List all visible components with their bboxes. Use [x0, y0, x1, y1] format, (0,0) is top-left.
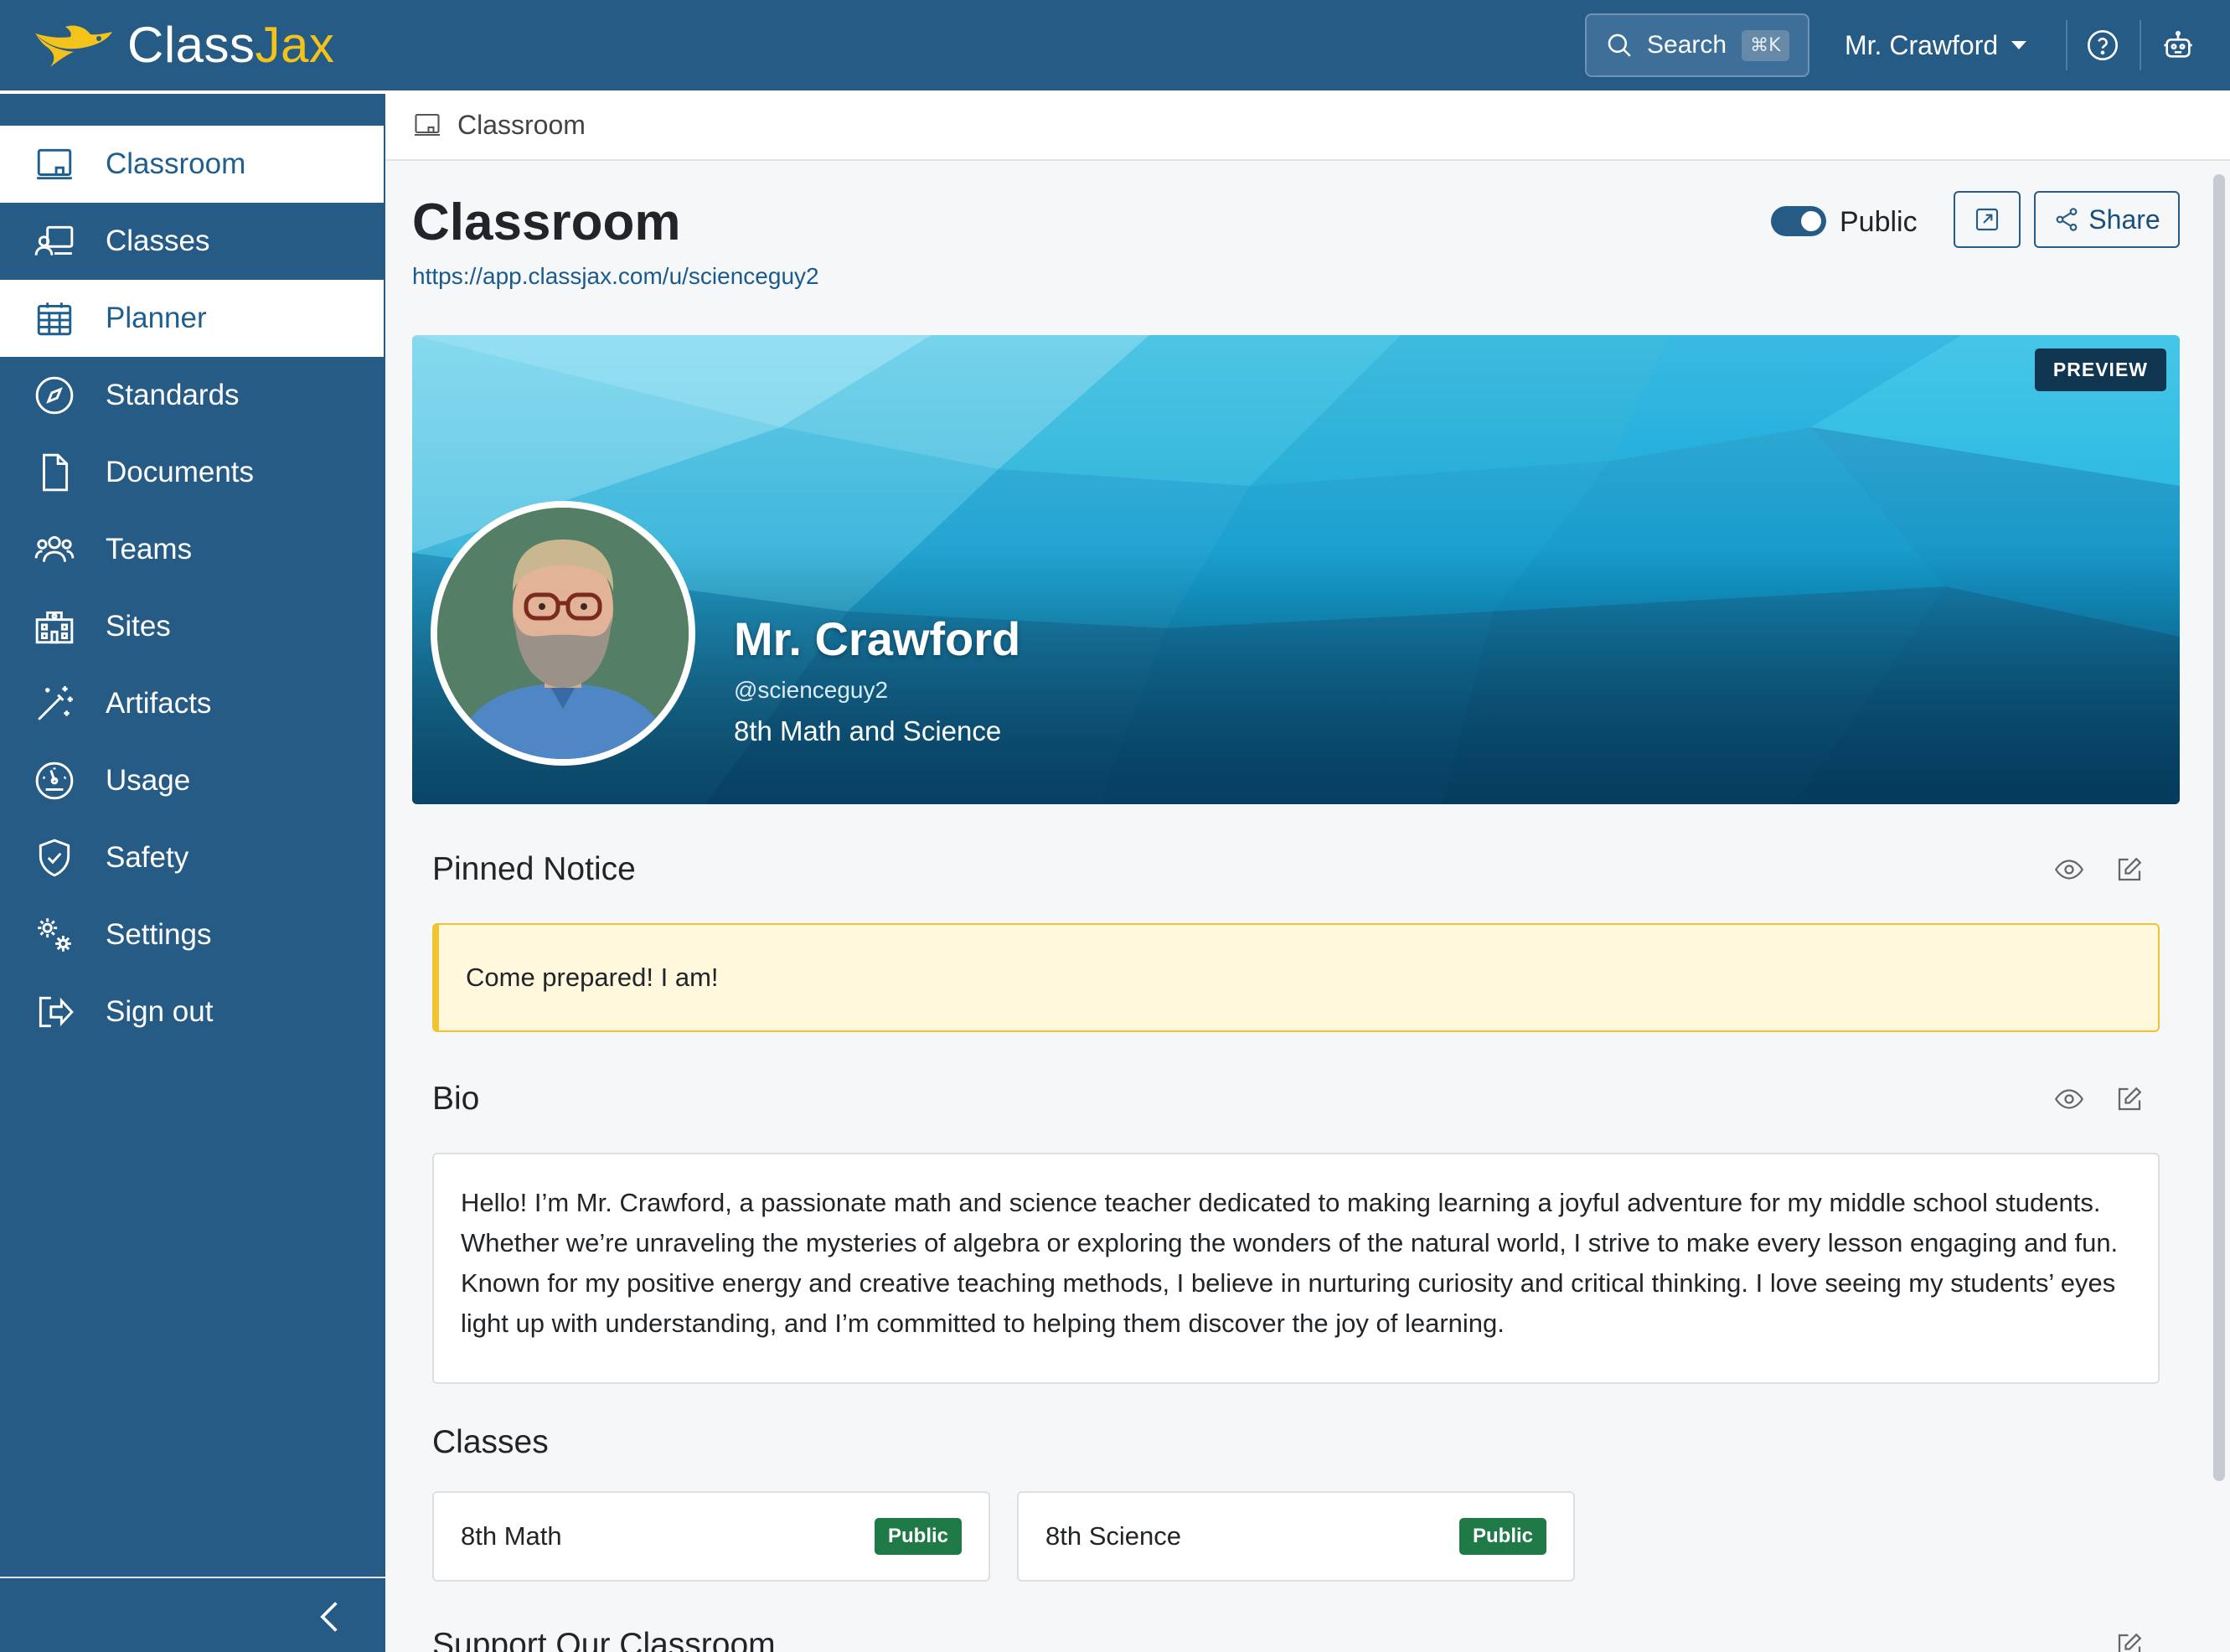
- sidebar-item-classes[interactable]: Classes: [0, 203, 384, 280]
- divider: [2066, 20, 2067, 70]
- pinned-notice-text: Come prepared! I am!: [432, 923, 2160, 1032]
- robot-icon[interactable]: [2161, 28, 2195, 62]
- bio-title: Bio: [432, 1081, 480, 1117]
- profile-name: Mr. Crawford: [734, 612, 1021, 665]
- magic-wand-icon: [38, 686, 73, 720]
- sidebar-item-teams[interactable]: Teams: [0, 511, 384, 588]
- search-shortcut: ⌘K: [1742, 29, 1789, 61]
- team-icon: [34, 535, 75, 562]
- sign-out-icon: [39, 996, 74, 1028]
- profile-handle: @scienceguy2: [734, 677, 889, 703]
- brand-name: ClassJax: [127, 17, 335, 73]
- sidebar-item-label: Sign out: [106, 995, 214, 1028]
- user-name: Mr. Crawford: [1845, 29, 1999, 60]
- eye-icon[interactable]: [2054, 1084, 2084, 1114]
- sidebar-item-label: Classroom: [106, 147, 246, 180]
- sidebar-item-label: Artifacts: [106, 687, 212, 720]
- pinned-notice-title: Pinned Notice: [432, 851, 636, 887]
- bio-text: Hello! I’m Mr. Crawford, a passionate ma…: [432, 1153, 2160, 1384]
- scrollbar-thumb[interactable]: [2213, 174, 2225, 1481]
- class-card[interactable]: 8th Math Public: [432, 1491, 990, 1582]
- preview-badge: PREVIEW: [2034, 348, 2166, 391]
- edit-icon[interactable]: [2114, 1084, 2145, 1114]
- classroom-icon: [37, 148, 72, 180]
- sidebar-item-safety[interactable]: Safety: [0, 819, 384, 896]
- gauge-icon: [35, 761, 74, 800]
- chevron-down-icon: [2011, 41, 2027, 49]
- breadcrumb-item[interactable]: Classroom: [457, 110, 586, 141]
- breadcrumb: Classroom: [385, 90, 2230, 161]
- profile-subtitle: 8th Math and Science: [734, 715, 1002, 746]
- sidebar-item-label: Planner: [106, 302, 207, 334]
- sidebar-item-label: Documents: [106, 456, 255, 488]
- compass-icon: [35, 376, 74, 415]
- classes-title: Classes: [432, 1424, 549, 1460]
- class-name: 8th Math: [461, 1521, 562, 1551]
- scrollbar[interactable]: [2210, 166, 2228, 1649]
- fish-logo-icon: [35, 25, 112, 67]
- status-badge: Public: [1458, 1518, 1546, 1555]
- class-card[interactable]: 8th Science Public: [1017, 1491, 1575, 1582]
- avatar: [431, 501, 695, 766]
- sidebar-item-documents[interactable]: Documents: [0, 434, 384, 511]
- sidebar-item-label: Classes: [106, 225, 210, 257]
- eye-icon[interactable]: [2054, 854, 2084, 885]
- profile-photo: [437, 508, 689, 759]
- logo[interactable]: ClassJax: [32, 18, 334, 72]
- user-menu[interactable]: Mr. Crawford: [1845, 25, 2027, 65]
- sidebar-item-label: Sites: [106, 610, 171, 643]
- sidebar-item-label: Safety: [106, 841, 189, 874]
- calendar-icon: [37, 302, 72, 336]
- share-label: Share: [2088, 204, 2160, 235]
- sidebar-item-label: Settings: [106, 918, 212, 951]
- main-content: Classroom Classroom https://app.classjax…: [385, 90, 2230, 1652]
- profile-banner: PREVIEW Mr. Crawford @scienceguy2 8th Ma…: [412, 335, 2180, 804]
- sidebar-item-artifacts[interactable]: Artifacts: [0, 665, 384, 742]
- search-icon: [1608, 34, 1631, 57]
- open-external-button[interactable]: [1954, 191, 2021, 248]
- open-external-icon: [1975, 208, 1999, 231]
- divider: [0, 1577, 385, 1578]
- divider: [0, 90, 385, 94]
- sidebar: Classroom Classes Planner Standards Docu…: [0, 90, 385, 1652]
- support-title: Support Our Classroom: [432, 1627, 776, 1652]
- search-label: Search: [1647, 31, 1727, 59]
- gears-icon: [38, 918, 71, 952]
- edit-icon[interactable]: [2114, 854, 2145, 885]
- sidebar-item-classroom[interactable]: Classroom: [0, 126, 384, 203]
- status-badge: Public: [874, 1518, 962, 1555]
- share-icon: [2056, 208, 2078, 231]
- sidebar-item-planner[interactable]: Planner: [0, 280, 384, 357]
- document-icon: [43, 453, 69, 492]
- classes-icon: [34, 225, 74, 256]
- share-button[interactable]: Share: [2034, 191, 2180, 248]
- sidebar-item-usage[interactable]: Usage: [0, 742, 384, 819]
- edit-icon[interactable]: [2114, 1630, 2145, 1652]
- sidebar-item-standards[interactable]: Standards: [0, 357, 384, 434]
- sidebar-item-settings[interactable]: Settings: [0, 896, 384, 973]
- top-bar: ClassJax Search ⌘K Mr. Crawford: [0, 0, 2230, 90]
- sidebar-item-sites[interactable]: Sites: [0, 588, 384, 665]
- sidebar-item-label: Teams: [106, 533, 193, 565]
- public-url-link[interactable]: https://app.classjax.com/u/scienceguy2: [412, 263, 819, 290]
- divider: [2140, 20, 2141, 70]
- public-toggle-label: Public: [1840, 206, 1918, 238]
- chevron-left-icon[interactable]: [313, 1598, 347, 1635]
- page-title: Classroom: [412, 194, 681, 251]
- class-name: 8th Science: [1045, 1521, 1181, 1551]
- sidebar-item-label: Usage: [106, 764, 191, 797]
- sidebar-item-sign-out[interactable]: Sign out: [0, 973, 384, 1051]
- sidebar-item-label: Standards: [106, 379, 240, 411]
- shield-check-icon: [39, 839, 70, 877]
- classroom-icon: [415, 113, 440, 137]
- public-toggle[interactable]: [1771, 206, 1826, 236]
- search-button[interactable]: Search ⌘K: [1585, 13, 1809, 77]
- help-circle-icon[interactable]: [2086, 28, 2119, 62]
- building-icon: [35, 611, 74, 644]
